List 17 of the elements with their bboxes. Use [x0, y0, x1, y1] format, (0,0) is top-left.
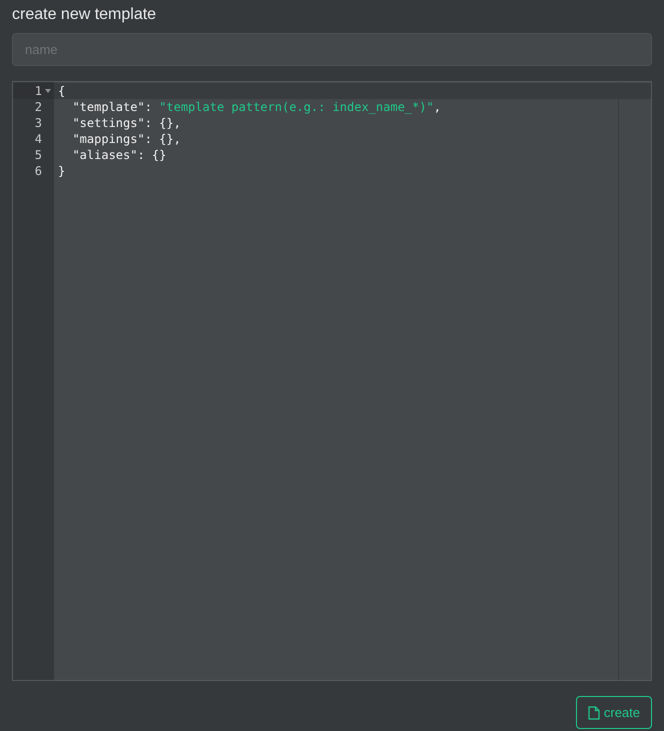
- code-line: "aliases": {}: [71, 147, 166, 163]
- line-number: 3: [34, 115, 42, 131]
- fold-arrow-icon[interactable]: [45, 89, 51, 93]
- line-number: 5: [34, 147, 42, 163]
- document-icon: [588, 706, 600, 720]
- code-line: "settings": {},: [71, 115, 181, 131]
- code-editor[interactable]: 1 2 3 4 5 6 { "template": "template pattern(e.g.: index_name_*)", "settings": {}, "mappings": {}, "aliases": {} }: [12, 81, 652, 681]
- code-line: "template": "template pattern(e.g.: index_name_*)",: [71, 99, 441, 115]
- create-button[interactable]: create: [576, 696, 652, 729]
- line-number: 4: [34, 131, 42, 147]
- code-line: "mappings": {},: [71, 131, 181, 147]
- line-number: 6: [34, 163, 42, 179]
- line-number: 1: [34, 83, 42, 99]
- code-line: {: [58, 83, 66, 99]
- line-number: 2: [34, 99, 42, 115]
- code-line: }: [58, 163, 66, 179]
- page-title: create new template: [12, 5, 156, 25]
